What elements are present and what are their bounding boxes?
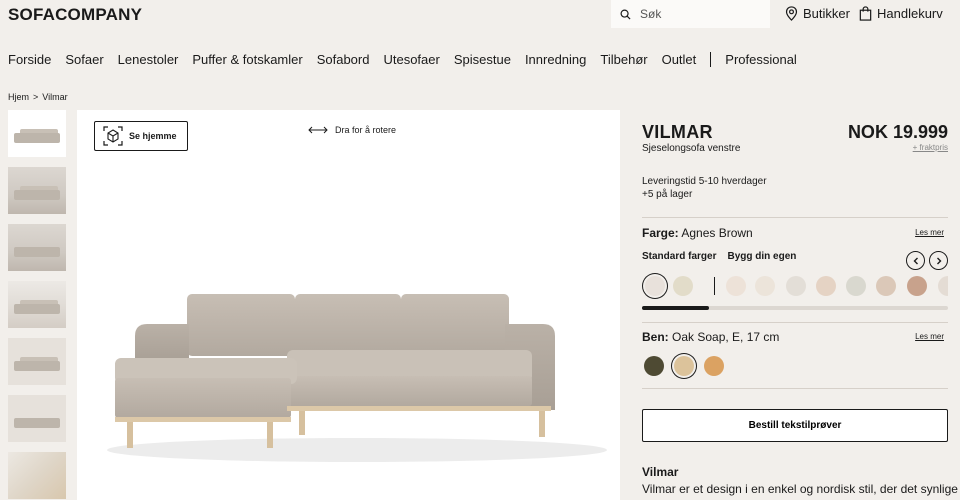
legs-row-label: Ben: Oak Soap, E, 17 cm [642, 330, 779, 344]
stock-status: +5 på lager [642, 189, 693, 200]
color-swatch[interactable] [726, 276, 746, 296]
nav-item-outlet[interactable]: Outlet [662, 52, 697, 67]
nav-item-sofabord[interactable]: Sofabord [317, 52, 370, 67]
color-swatch[interactable] [816, 276, 836, 296]
swatch-scrollbar[interactable] [642, 306, 948, 310]
color-swatch[interactable] [907, 276, 927, 296]
nav-item-puffer[interactable]: Puffer & fotskamler [192, 52, 302, 67]
stores-link[interactable]: Butikker [785, 6, 850, 21]
cart-label: Handlekurv [877, 6, 943, 21]
thumbnail-1[interactable] [8, 110, 66, 157]
main-nav: Forside Sofaer Lenestoler Puffer & fotsk… [8, 52, 811, 67]
site-logo[interactable]: SOFACOMPANY [8, 5, 142, 25]
description-title: Vilmar [642, 465, 679, 479]
color-swatch[interactable] [786, 276, 806, 296]
rotate-hint-text: Dra for å rotere [335, 125, 397, 135]
legs-value: Oak Soap, E, 17 cm [672, 330, 780, 344]
product-viewer[interactable]: Se hjemme Dra for å rotere [77, 110, 620, 500]
nav-item-forside[interactable]: Forside [8, 52, 51, 67]
nav-item-professional[interactable]: Professional [725, 52, 797, 67]
nav-item-tilbehor[interactable]: Tilbehør [600, 52, 647, 67]
color-swatch[interactable] [876, 276, 896, 296]
search-bar[interactable] [611, 0, 770, 28]
thumbnail-7[interactable] [8, 452, 66, 499]
breadcrumb-home[interactable]: Hjem [8, 92, 29, 102]
thumbnail-4[interactable] [8, 281, 66, 328]
double-arrow-icon [308, 126, 328, 134]
thumbnail-3[interactable] [8, 224, 66, 271]
swatch-next-button[interactable] [929, 251, 948, 270]
tab-standard-colors[interactable]: Standard farger [642, 251, 716, 262]
cart-link[interactable]: Handlekurv [859, 6, 943, 21]
color-swatch[interactable] [846, 276, 866, 296]
swatch-prev-button[interactable] [906, 251, 925, 270]
breadcrumb: Hjem > Vilmar [8, 92, 72, 102]
divider [642, 388, 948, 389]
search-icon [620, 9, 631, 20]
swatch-divider [714, 277, 715, 295]
nav-item-spisestue[interactable]: Spisestue [454, 52, 511, 67]
color-swatches [642, 276, 948, 298]
stores-label: Butikker [803, 6, 850, 21]
shopping-bag-icon [859, 6, 872, 21]
thumbnail-6[interactable] [8, 395, 66, 442]
freight-link[interactable]: + fraktpris [913, 143, 948, 152]
legs-read-more-link[interactable]: Les mer [915, 332, 944, 341]
color-swatch[interactable] [938, 276, 948, 296]
leg-option[interactable] [644, 356, 664, 376]
thumbnail-gallery [8, 110, 66, 500]
product-price: NOK 19.999 [847, 122, 948, 142]
nav-divider [710, 52, 712, 67]
breadcrumb-separator: > [33, 92, 39, 102]
nav-item-utesofaer[interactable]: Utesofaer [383, 52, 439, 67]
leg-option[interactable] [674, 356, 694, 376]
location-pin-icon [785, 6, 798, 21]
divider [642, 217, 948, 218]
color-label: Farge: [642, 226, 679, 240]
tab-build-your-own[interactable]: Bygg din egen [727, 251, 796, 262]
nav-item-lenestoler[interactable]: Lenestoler [118, 52, 179, 67]
rotate-hint: Dra for å rotere [308, 125, 396, 135]
delivery-info: Leveringstid 5-10 hverdager +5 på lager [642, 175, 767, 201]
view-in-room-button[interactable]: Se hjemme [94, 121, 188, 151]
thumbnail-5[interactable] [8, 338, 66, 385]
leg-option[interactable] [704, 356, 724, 376]
thumbnail-2[interactable] [8, 167, 66, 214]
product-name: VILMAR [642, 122, 713, 142]
breadcrumb-current: Vilmar [42, 92, 68, 102]
legs-label: Ben: [642, 330, 669, 344]
description-text: Vilmar er et design i en enkel og nordis… [642, 482, 958, 496]
order-fabric-samples-button[interactable]: Bestill tekstilprøver [642, 409, 948, 442]
nav-item-innredning[interactable]: Innredning [525, 52, 586, 67]
product-subtitle: Sjeselongsofa venstre [642, 143, 741, 154]
chevron-left-icon [913, 257, 918, 264]
chevron-right-icon [936, 257, 941, 264]
color-swatch[interactable] [673, 276, 693, 296]
delivery-time: Leveringstid 5-10 hverdager [642, 176, 767, 187]
color-tabs: Standard farger Bygg din egen [642, 251, 807, 262]
divider [642, 322, 948, 323]
color-row-label: Farge: Agnes Brown [642, 226, 753, 240]
search-input[interactable] [640, 7, 760, 21]
color-swatch[interactable] [645, 276, 665, 296]
color-read-more-link[interactable]: Les mer [915, 228, 944, 237]
ar-cube-icon [103, 126, 123, 146]
color-swatch[interactable] [755, 276, 775, 296]
sofa-image [107, 294, 607, 462]
color-value: Agnes Brown [681, 226, 753, 240]
swatch-scrollbar-thumb[interactable] [642, 306, 710, 310]
view-in-room-label: Se hjemme [129, 131, 177, 141]
nav-item-sofaer[interactable]: Sofaer [65, 52, 103, 67]
